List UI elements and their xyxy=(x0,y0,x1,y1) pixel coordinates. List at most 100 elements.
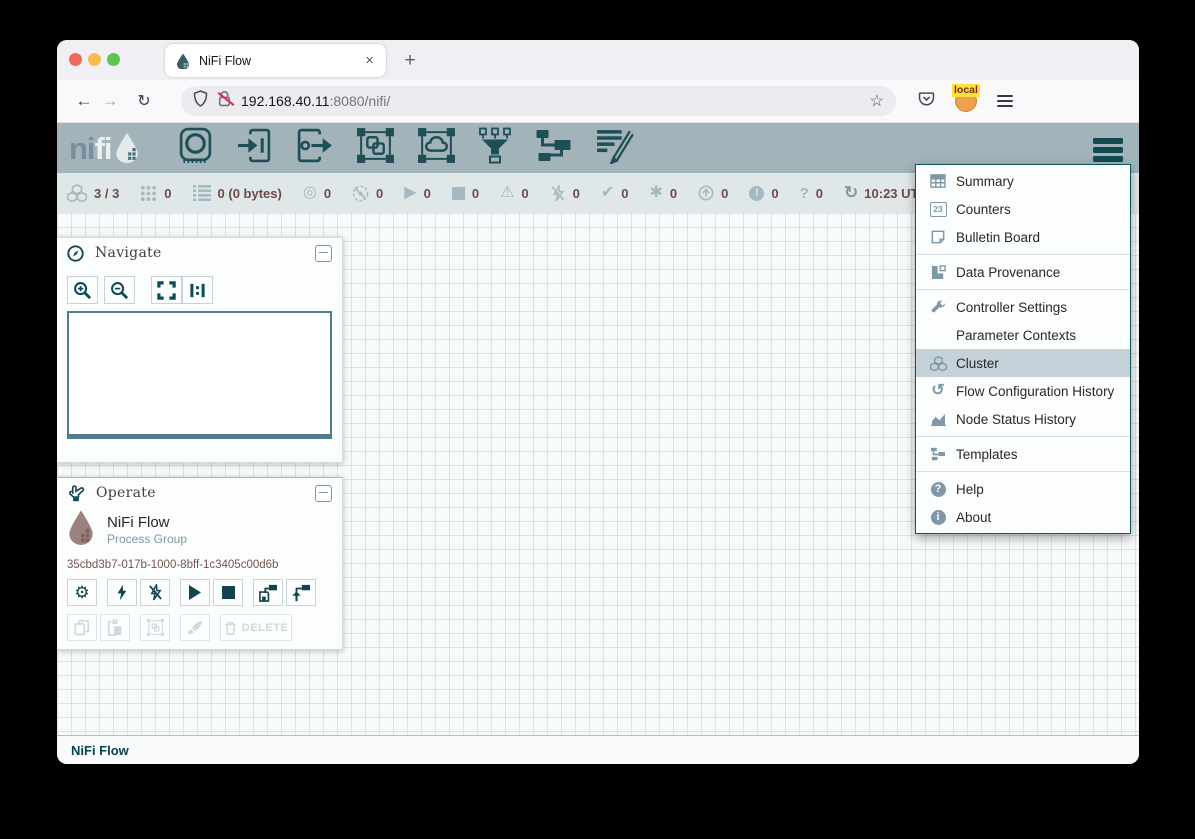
pocket-icon[interactable] xyxy=(918,90,935,112)
tracking-shield-icon[interactable] xyxy=(193,90,208,112)
processor-component-icon[interactable] xyxy=(177,127,214,169)
menu-item-templates[interactable]: Templates xyxy=(916,440,1130,468)
url-host: 192.168.40.11 xyxy=(241,93,330,109)
locally-modified-stale-count: 0 xyxy=(771,186,778,201)
funnel-component-icon[interactable] xyxy=(478,127,512,169)
upload-template-button[interactable] xyxy=(286,579,316,606)
browser-tab[interactable]: NiFi Flow × xyxy=(165,44,386,77)
input-port-component-icon[interactable] xyxy=(236,127,273,169)
running-count: 0 xyxy=(424,186,431,201)
back-button[interactable]: ← xyxy=(71,91,97,111)
menu-item-parameter-contexts[interactable]: Parameter Contexts xyxy=(916,321,1130,349)
menu-item-data-provenance[interactable]: Data Provenance xyxy=(916,258,1130,286)
navigate-toolbar xyxy=(67,276,342,304)
help-icon: ? xyxy=(929,482,947,497)
zoom-actual-button[interactable] xyxy=(182,276,213,304)
tab-close-icon[interactable]: × xyxy=(363,52,376,69)
url-path: :8080/nifi/ xyxy=(330,93,391,109)
copy-button xyxy=(67,614,97,641)
up-to-date-stat: ✔0 xyxy=(601,185,629,201)
menu-item-summary[interactable]: Summary xyxy=(916,167,1130,195)
cluster-icon xyxy=(929,356,947,371)
transmitting-icon: ◎ xyxy=(303,185,317,201)
navigate-palette-title: Navigate xyxy=(95,245,315,261)
save-template-button[interactable] xyxy=(253,579,283,606)
configure-button[interactable]: ⚙ xyxy=(67,579,97,606)
hand-icon xyxy=(67,484,85,502)
not-transmitting-stat: 0 xyxy=(352,185,383,202)
process-group-component-icon[interactable] xyxy=(356,127,395,169)
navigate-palette: Navigate xyxy=(57,237,343,463)
summary-icon xyxy=(929,174,947,188)
disable-button[interactable] xyxy=(140,579,170,606)
stop-button[interactable] xyxy=(213,579,243,606)
birdseye-view[interactable] xyxy=(67,311,332,439)
new-tab-button[interactable]: + xyxy=(397,48,423,74)
browser-menu-icon[interactable] xyxy=(997,92,1013,110)
invalid-count: 0 xyxy=(521,186,528,201)
nifi-logo: nifi xyxy=(69,132,140,164)
window-minimize-button[interactable] xyxy=(88,53,101,66)
active-threads-count: 0 xyxy=(164,186,171,201)
menu-item-bulletin-board[interactable]: Bulletin Board xyxy=(916,223,1130,251)
tab-title: NiFi Flow xyxy=(199,54,363,68)
disabled-stat: 0 xyxy=(550,185,580,202)
color-button xyxy=(180,614,210,641)
selected-component-type: Process Group xyxy=(107,532,187,547)
zoom-in-button[interactable] xyxy=(67,276,98,304)
sync-failure-icon: ? xyxy=(800,185,809,202)
refresh-icon[interactable]: ↻ xyxy=(844,183,858,203)
menu-item-flow-configuration-history[interactable]: ↺ Flow Configuration History xyxy=(916,377,1130,405)
menu-divider xyxy=(916,254,1130,255)
group-button xyxy=(140,614,170,641)
controller-settings-icon xyxy=(929,300,947,315)
menu-item-cluster[interactable]: Cluster xyxy=(916,349,1130,377)
operate-buttons-row-2: DELETE xyxy=(67,614,332,641)
menu-item-counters[interactable]: 23 Counters xyxy=(916,195,1130,223)
stopped-stat: 0 xyxy=(452,186,479,201)
insecure-lock-icon[interactable] xyxy=(218,91,231,112)
disabled-icon xyxy=(550,185,566,202)
locally-modified-count: 0 xyxy=(670,186,677,201)
template-component-icon[interactable] xyxy=(534,129,573,168)
start-button[interactable] xyxy=(180,579,210,606)
node-status-history-icon xyxy=(929,413,947,426)
queued-icon xyxy=(193,185,211,201)
stopped-count: 0 xyxy=(472,186,479,201)
breadcrumb-root[interactable]: NiFi Flow xyxy=(71,743,129,758)
remote-process-group-component-icon[interactable] xyxy=(417,127,456,169)
label-component-icon[interactable] xyxy=(595,127,634,169)
menu-item-controller-settings[interactable]: Controller Settings xyxy=(916,293,1130,321)
locally-modified-stale-icon: ! xyxy=(749,186,764,201)
menu-item-about[interactable]: i About xyxy=(916,503,1130,531)
invalid-stat: ⚠0 xyxy=(500,185,529,201)
global-menu-button[interactable] xyxy=(1093,135,1123,165)
running-icon: ▶ xyxy=(404,185,416,201)
operate-palette-header[interactable]: Operate xyxy=(57,478,342,508)
forward-button[interactable]: → xyxy=(97,91,123,111)
zoom-fit-button[interactable] xyxy=(151,276,182,304)
window-close-button[interactable] xyxy=(69,53,82,66)
sync-failure-count: 0 xyxy=(816,186,823,201)
menu-item-help[interactable]: ? Help xyxy=(916,475,1130,503)
output-port-component-icon[interactable] xyxy=(295,127,334,169)
reload-button[interactable]: ↻ xyxy=(131,91,157,111)
menu-item-node-status-history[interactable]: Node Status History xyxy=(916,405,1130,433)
cluster-icon xyxy=(67,184,87,202)
operate-collapse-button[interactable] xyxy=(315,485,332,502)
window-zoom-button[interactable] xyxy=(107,53,120,66)
invalid-icon: ⚠ xyxy=(500,185,514,201)
locally-modified-stale-stat: !0 xyxy=(749,186,778,201)
container-label-badge: local xyxy=(952,84,980,97)
navigate-collapse-button[interactable] xyxy=(315,245,332,262)
up-to-date-count: 0 xyxy=(621,186,628,201)
bookmark-star-icon[interactable]: ☆ xyxy=(870,91,884,111)
address-bar-input[interactable]: 192.168.40.11:8080/nifi/ ☆ xyxy=(181,86,896,116)
navigate-palette-header[interactable]: Navigate xyxy=(57,238,342,268)
profile-avatar[interactable]: local xyxy=(955,90,977,112)
delete-button-label: DELETE xyxy=(242,622,288,634)
zoom-out-button[interactable] xyxy=(104,276,135,304)
stale-count: 0 xyxy=(721,186,728,201)
enable-button[interactable] xyxy=(107,579,137,606)
menu-divider xyxy=(916,289,1130,290)
